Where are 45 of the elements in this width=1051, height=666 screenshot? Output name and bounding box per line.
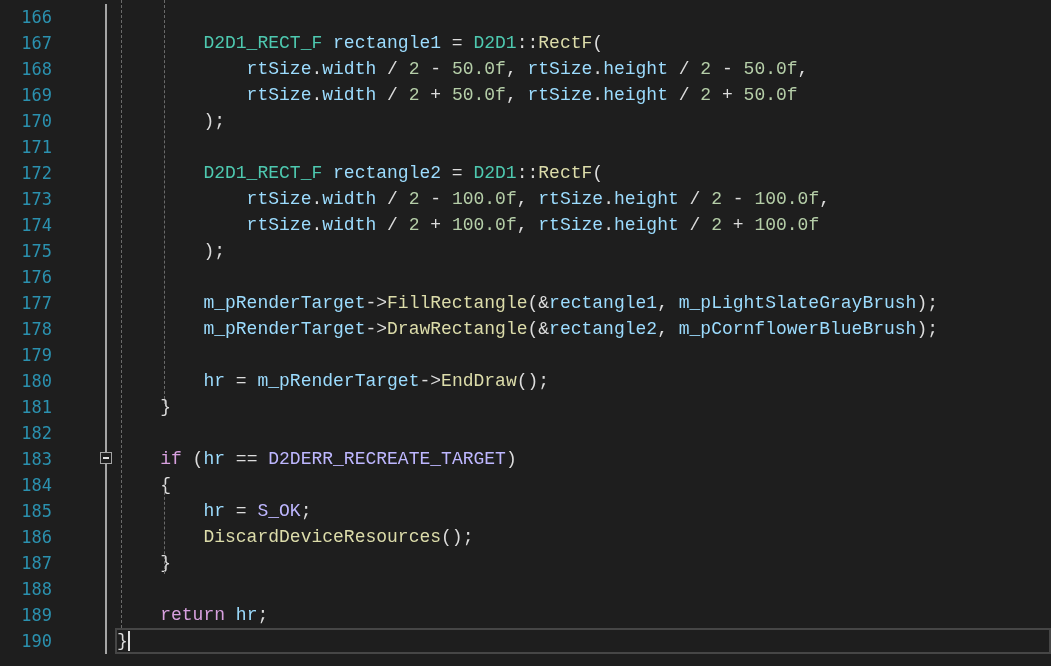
code-line: hr = S_OK; [202, 501, 312, 521]
line-number: 186 [20, 526, 53, 549]
line-number: 166 [20, 6, 53, 29]
line-number: 181 [20, 396, 53, 419]
code-line: } [117, 631, 128, 651]
line-number: 176 [20, 266, 53, 289]
line-number: 184 [20, 474, 53, 497]
code-line: rtSize.width / 2 - 50.0f, rtSize.height / 2 - 50.0f, [245, 59, 809, 79]
code-line: D2D1_RECT_F rectangle1 = D2D1::RectF( [202, 33, 604, 53]
line-number: 189 [20, 604, 53, 627]
line-number: 180 [20, 370, 53, 393]
line-number: 169 [20, 84, 53, 107]
code-line: rtSize.width / 2 + 100.0f, rtSize.height / 2 + 100.0f [245, 215, 820, 235]
code-line: hr = m_pRenderTarget->EndDraw(); [202, 371, 550, 391]
code-line: m_pRenderTarget->FillRectangle(&rectangle1, m_pLightSlateGrayBrush); [202, 293, 938, 313]
line-number: 185 [20, 500, 53, 523]
line-number: 188 [20, 578, 53, 601]
code-line: if (hr == D2DERR_RECREATE_TARGET) [159, 449, 517, 469]
line-number: 171 [20, 136, 53, 159]
line-number: 174 [20, 214, 53, 237]
line-number: 182 [20, 422, 53, 445]
line-number: 173 [20, 188, 53, 211]
line-number: 168 [20, 58, 53, 81]
collapse-icon[interactable] [100, 452, 112, 464]
line-number: 172 [20, 162, 53, 185]
code-line: ); [202, 111, 226, 131]
line-number: 190 [20, 630, 53, 653]
line-number: 167 [20, 32, 53, 55]
code-line: D2D1_RECT_F rectangle2 = D2D1::RectF( [202, 163, 604, 183]
code-line: rtSize.width / 2 - 100.0f, rtSize.height / 2 - 100.0f, [245, 189, 830, 209]
code-line: ); [202, 241, 226, 261]
line-number: 177 [20, 292, 53, 315]
code-line: DiscardDeviceResources(); [202, 527, 474, 547]
line-number: 170 [20, 110, 53, 133]
line-number: 187 [20, 552, 53, 575]
code-line: m_pRenderTarget->DrawRectangle(&rectangle2, m_pCornflowerBlueBrush); [202, 319, 938, 339]
line-number: 179 [20, 344, 53, 367]
code-line: rtSize.width / 2 + 50.0f, rtSize.height / 2 + 50.0f [245, 85, 798, 105]
line-number: 178 [20, 318, 53, 341]
code-line: } [159, 553, 171, 573]
code-line: } [159, 397, 171, 417]
code-line: return hr; [159, 605, 269, 625]
text-cursor [127, 631, 130, 652]
line-number: 175 [20, 240, 53, 263]
line-number: 183 [20, 448, 53, 471]
